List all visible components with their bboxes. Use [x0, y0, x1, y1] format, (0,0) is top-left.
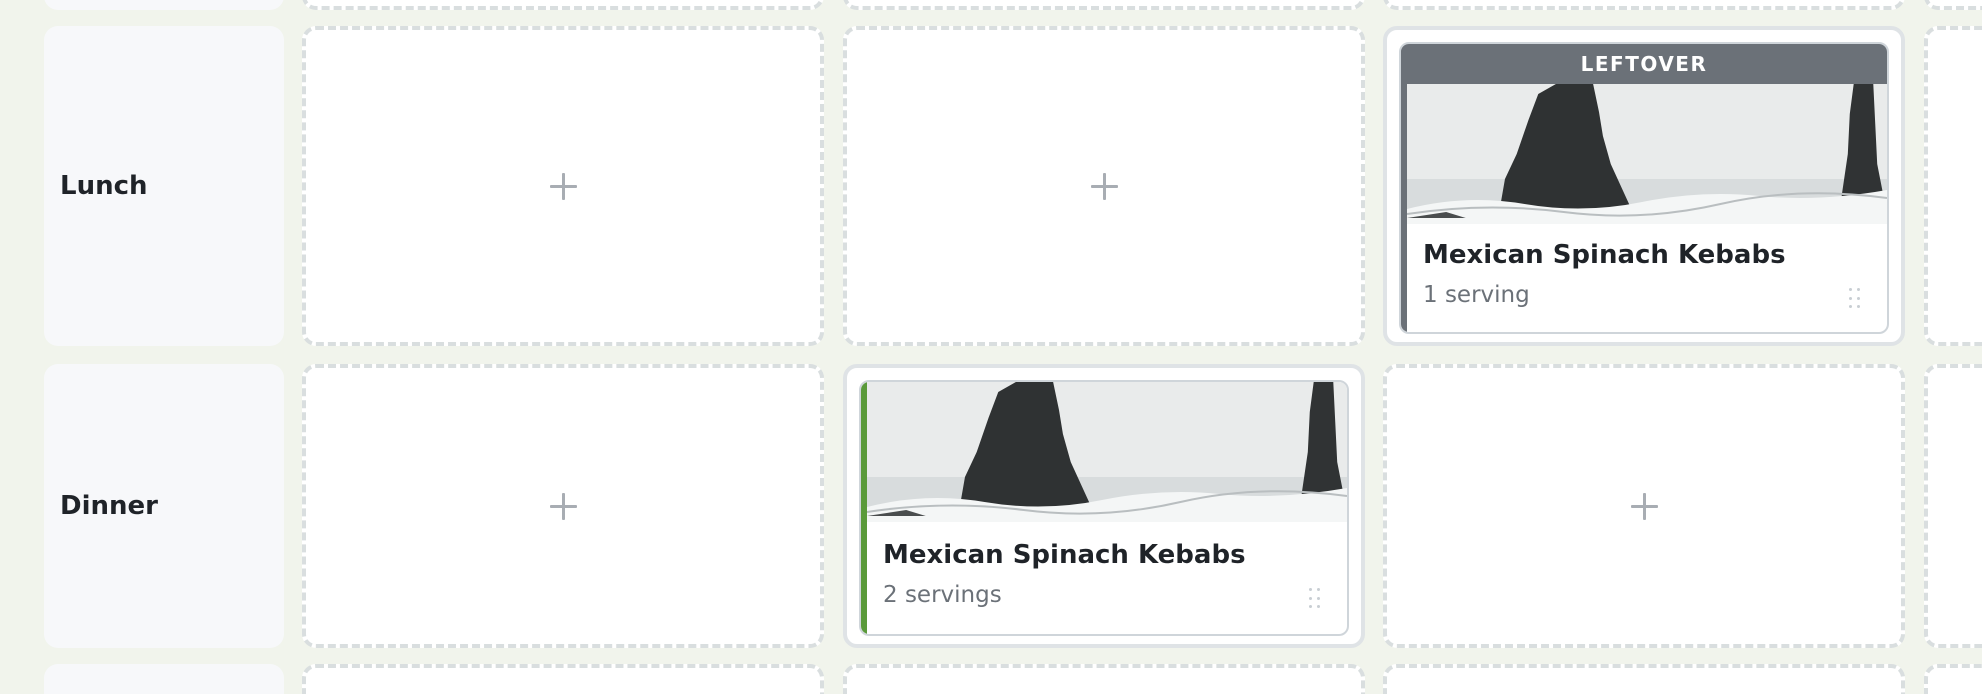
meal-photo: [867, 382, 1347, 522]
add-meal-slot[interactable]: [843, 0, 1365, 10]
add-meal-slot[interactable]: [843, 664, 1365, 694]
meal-plan-board: Lunch LEFTOVER Mexican Spinach Kebabs 1 …: [0, 0, 1982, 694]
add-meal-slot[interactable]: [1383, 664, 1905, 694]
row-label: [44, 0, 284, 10]
plus-icon: [1629, 491, 1659, 521]
meal-card[interactable]: Mexican Spinach Kebabs 2 servings: [859, 380, 1349, 636]
meal-title[interactable]: Mexican Spinach Kebabs: [1423, 240, 1786, 270]
add-meal-slot[interactable]: [1383, 0, 1905, 10]
meal-slot: LEFTOVER Mexican Spinach Kebabs 1 servin…: [1383, 26, 1905, 346]
leftover-badge: LEFTOVER: [1401, 44, 1887, 84]
row-label: [44, 664, 284, 694]
add-meal-slot[interactable]: [1924, 26, 1982, 346]
meal-card[interactable]: LEFTOVER Mexican Spinach Kebabs 1 servin…: [1399, 42, 1889, 334]
meal-title[interactable]: Mexican Spinach Kebabs: [883, 540, 1246, 570]
drag-handle-icon[interactable]: [1849, 288, 1861, 310]
row-label-text: Lunch: [60, 171, 148, 201]
plus-icon: [548, 171, 578, 201]
meal-slot: Mexican Spinach Kebabs 2 servings: [843, 364, 1365, 648]
meal-servings: 1 serving: [1423, 282, 1530, 308]
drag-handle-icon[interactable]: [1309, 588, 1321, 610]
row-label-text: Dinner: [60, 491, 158, 521]
add-meal-slot[interactable]: [1383, 364, 1905, 648]
add-meal-slot[interactable]: [1924, 364, 1982, 648]
add-meal-slot[interactable]: [1924, 0, 1982, 10]
meal-servings: 2 servings: [883, 582, 1002, 608]
add-meal-slot[interactable]: [843, 26, 1365, 346]
plus-icon: [548, 491, 578, 521]
add-meal-slot[interactable]: [302, 364, 824, 648]
row-label-dinner: Dinner: [44, 364, 284, 648]
add-meal-slot[interactable]: [302, 26, 824, 346]
row-label-lunch: Lunch: [44, 26, 284, 346]
plus-icon: [1089, 171, 1119, 201]
leftover-badge-label: LEFTOVER: [1580, 52, 1708, 76]
add-meal-slot[interactable]: [1924, 664, 1982, 694]
add-meal-slot[interactable]: [302, 664, 824, 694]
add-meal-slot[interactable]: [302, 0, 824, 10]
meal-photo: [1407, 84, 1887, 224]
